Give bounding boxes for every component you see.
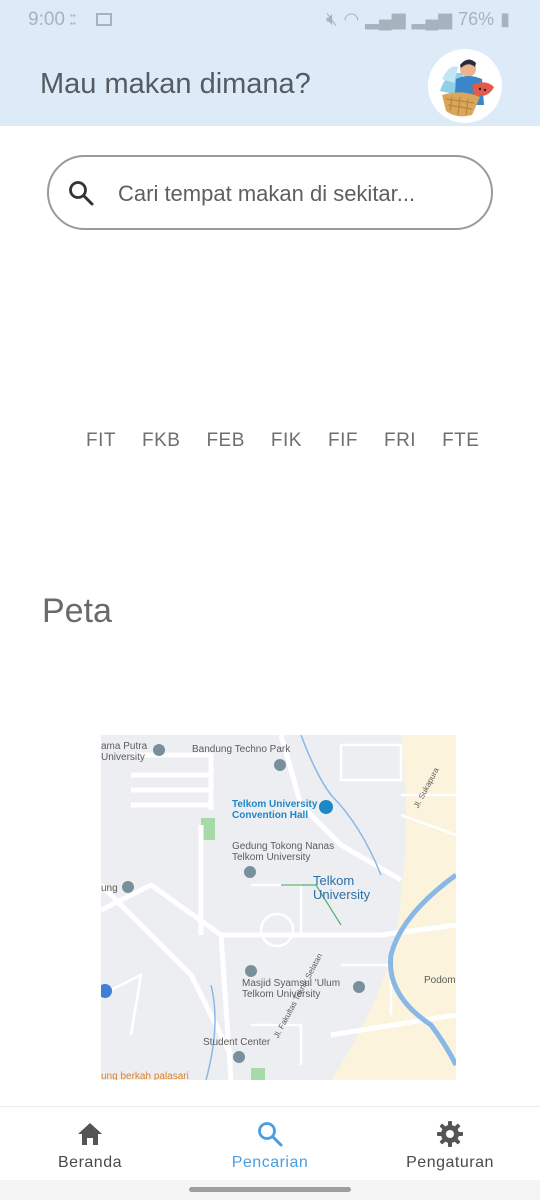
status-bar: 9:00 ▪▪ ▪▪ 🔇︎ ◠ ▂▄▆ ▂▄▆ 76% ▮: [0, 0, 540, 40]
gallery-notification-icon: [96, 13, 112, 26]
faculty-filter-list: FIT FKB FEB FIK FIF FRI FTE: [86, 430, 505, 452]
search-icon: [258, 1122, 283, 1147]
filter-chip-fit[interactable]: FIT: [86, 430, 116, 452]
bottom-navigation: Beranda Pencarian Pengaturan: [0, 1106, 540, 1181]
filter-chip-fik[interactable]: FIK: [271, 430, 302, 452]
notification-icon: ▪▪ ▪▪: [70, 11, 76, 28]
signal-icon: ▂▄▆: [365, 9, 406, 29]
map-label: Gedung Tokong Nanas Telkom University: [232, 841, 335, 863]
map-label: ung: [101, 883, 118, 894]
wifi-icon: ◠: [343, 9, 360, 29]
gesture-handle[interactable]: [189, 1187, 351, 1192]
map-label: ama Putra University: [101, 741, 148, 763]
map-section-title: Peta: [42, 592, 112, 630]
search-input[interactable]: [116, 175, 470, 213]
nav-label-pencarian: Pencarian: [231, 1154, 309, 1171]
nav-item-pengaturan[interactable]: Pengaturan: [360, 1107, 540, 1181]
filter-chip-fkb[interactable]: FKB: [142, 430, 180, 452]
nav-label-beranda: Beranda: [58, 1154, 122, 1171]
map-label: Student Center: [203, 1037, 271, 1048]
map-label: ung berkah palasari: [101, 1071, 189, 1080]
mute-icon: 🔇︎: [326, 9, 338, 29]
search-icon: [69, 181, 94, 206]
home-icon: [78, 1123, 102, 1145]
nav-label-pengaturan: Pengaturan: [406, 1154, 494, 1171]
filter-chip-fri[interactable]: FRI: [384, 430, 416, 452]
gear-icon: [437, 1121, 463, 1147]
avatar-illustration-icon: [428, 49, 502, 123]
map-label: Podom: [424, 975, 456, 986]
map-label: Telkom University: [313, 873, 371, 902]
map-label: Telkom University Convention Hall: [232, 799, 318, 821]
search-bar[interactable]: [47, 155, 493, 230]
status-indicators: 🔇︎ ◠ ▂▄▆ ▂▄▆ 76% ▮: [326, 9, 510, 30]
signal-2-icon: ▂▄▆: [411, 9, 453, 29]
battery-level: 76%: [458, 9, 495, 29]
filter-chip-fte[interactable]: FTE: [442, 430, 479, 452]
page-title: Mau makan dimana?: [40, 68, 311, 100]
battery-icon: ▮: [500, 9, 510, 29]
avatar[interactable]: [428, 49, 502, 123]
filter-chip-feb[interactable]: FEB: [206, 430, 244, 452]
map-label: Bandung Techno Park: [192, 744, 291, 755]
status-time: 9:00: [28, 9, 65, 30]
app-header: Mau makan dimana?: [0, 40, 540, 126]
map-view[interactable]: ama Putra University Bandung Techno Park …: [101, 735, 456, 1080]
nav-item-pencarian[interactable]: Pencarian: [180, 1107, 360, 1181]
nav-item-beranda[interactable]: Beranda: [0, 1107, 180, 1181]
filter-chip-fif[interactable]: FIF: [328, 430, 358, 452]
